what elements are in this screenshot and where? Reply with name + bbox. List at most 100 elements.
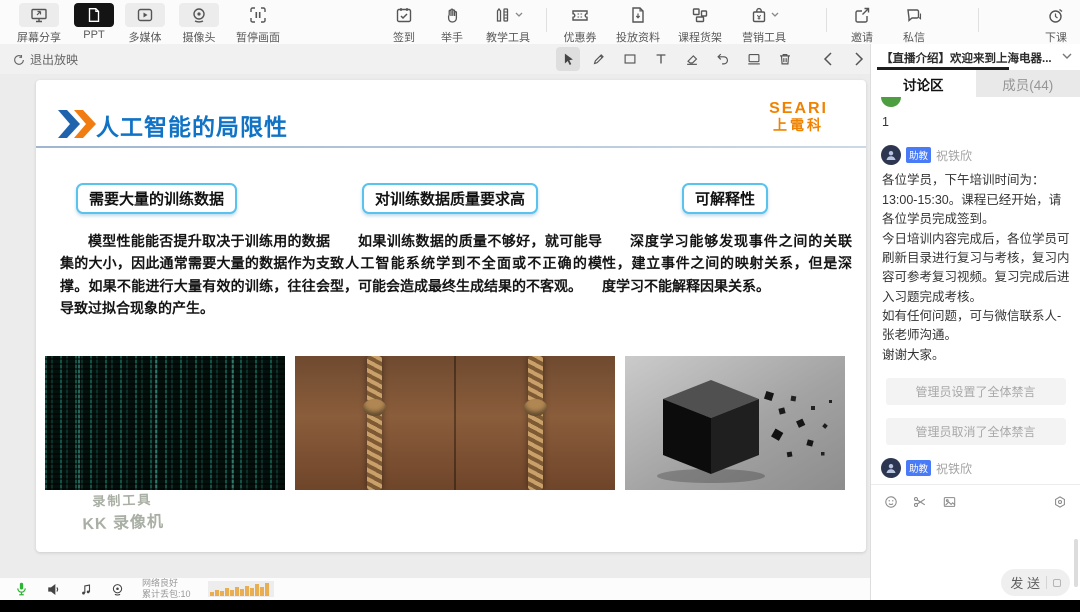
rope-image	[295, 356, 615, 490]
eraser-tool-icon[interactable]	[680, 47, 704, 71]
image-upload-icon[interactable]	[941, 494, 958, 510]
matrix-code-image	[45, 356, 285, 490]
raise-hand-button[interactable]: 举手	[428, 0, 476, 45]
chat-scrollbar[interactable]	[1074, 539, 1078, 587]
chat-settings-gear-icon[interactable]	[1052, 494, 1068, 510]
invite-button[interactable]: 邀请	[840, 0, 884, 45]
end-class-button[interactable]: 下课	[1034, 0, 1078, 45]
shelf-button[interactable]: 课程货架	[669, 0, 731, 45]
media-icon	[125, 3, 165, 27]
rope-graphic	[362, 356, 386, 490]
teach-tools-button[interactable]: 教学工具	[476, 0, 540, 45]
whiteboard-tool-icon[interactable]	[742, 47, 766, 71]
system-message: 管理员取消了全体禁言	[885, 418, 1066, 446]
teach-tools-label: 教学工具	[486, 32, 530, 44]
avatar	[881, 97, 901, 107]
status-bar: 网络良好 累计丢包:10	[0, 578, 870, 600]
coupon-icon	[570, 3, 590, 27]
screen-share-label: 屏幕分享	[17, 32, 61, 44]
heading-box-interpretability: 可解释性	[682, 183, 769, 214]
trash-tool-icon[interactable]	[773, 47, 797, 71]
cube-image	[625, 356, 845, 490]
text-tool-icon[interactable]	[649, 47, 673, 71]
rope-graphic	[523, 356, 547, 490]
heading-box-training-data: 需要大量的训练数据	[76, 183, 238, 214]
tab-discussion[interactable]: 讨论区	[871, 70, 976, 97]
camera-icon	[179, 3, 219, 27]
pen-tool-icon[interactable]	[587, 47, 611, 71]
chevron-down-icon[interactable]	[1062, 53, 1072, 60]
invite-icon	[852, 3, 872, 27]
screen-share-button[interactable]: 屏幕分享	[8, 0, 70, 45]
system-message: 管理员设置了全体禁言	[885, 378, 1066, 406]
paragraph-interpretability: 深度学习能够发现事件之间的关联性，建立事件之间的映射关系，但是深度学习不能解释因…	[602, 233, 852, 294]
raise-hand-icon	[442, 3, 462, 27]
header-underline	[877, 67, 1009, 70]
ppt-label: PPT	[83, 29, 105, 41]
dm-label: 私信	[903, 32, 925, 44]
camera-button[interactable]: 摄像头	[172, 0, 226, 45]
tab-members[interactable]: 成员(44)	[975, 70, 1080, 97]
screen-share-icon	[19, 3, 59, 27]
marketing-icon	[749, 5, 769, 25]
network-chart	[207, 581, 274, 597]
panel-tabs: 讨论区 成员(44)	[871, 70, 1080, 97]
author-name: 祝铁欣	[936, 461, 973, 476]
letterbox-strip	[0, 600, 1080, 612]
media-label: 多媒体	[128, 32, 162, 44]
coupon-button[interactable]: 优惠券	[553, 0, 607, 45]
next-slide-icon[interactable]	[847, 47, 871, 71]
prev-slide-icon[interactable]	[816, 47, 840, 71]
marketing-button[interactable]: 营销工具	[731, 0, 797, 45]
pointer-tool-icon[interactable]	[556, 47, 580, 71]
toolbar-divider	[826, 0, 827, 32]
teach-tools-icon	[493, 5, 513, 25]
pause-screen-button[interactable]: 暂停画面	[226, 0, 290, 45]
music-icon[interactable]	[79, 582, 93, 597]
rectangle-tool-icon[interactable]	[618, 47, 642, 71]
marketing-label: 营销工具	[742, 32, 786, 44]
slide-title: 人工智能的局限性	[96, 114, 288, 140]
media-button[interactable]: 多媒体	[118, 0, 172, 45]
sign-in-button[interactable]: 签到	[380, 0, 428, 45]
microphone-icon[interactable]	[14, 581, 29, 598]
screenshot-scissors-icon[interactable]	[912, 494, 928, 510]
toolbar-mid-group: 签到 举手 教学工具 优惠券 投放资料 课程货架 营销工具	[380, 0, 797, 45]
ppt-button[interactable]: PPT	[70, 0, 118, 45]
raise-hand-label: 举手	[441, 32, 463, 44]
marketing-caret-icon	[771, 12, 779, 18]
rope-panel-right	[454, 356, 615, 490]
materials-button[interactable]: 投放资料	[607, 0, 669, 45]
chat-input-zone: 发 送	[871, 484, 1080, 612]
undo-tool-icon[interactable]	[711, 47, 735, 71]
send-options-icon[interactable]	[1053, 578, 1061, 587]
author-name: 祝铁欣	[936, 148, 973, 163]
recorder-watermark: 录制工具 KK 录像机	[81, 489, 164, 535]
coupon-label: 优惠券	[563, 32, 597, 44]
sign-in-icon	[394, 3, 414, 27]
network-status: 网络良好 累计丢包:10	[142, 578, 191, 600]
assistant-badge: 助教	[906, 460, 932, 477]
webcam-status-icon[interactable]	[110, 582, 125, 597]
title-underline	[36, 146, 866, 148]
send-divider	[1046, 576, 1047, 589]
end-class-icon	[1046, 3, 1066, 27]
emoji-icon[interactable]	[883, 494, 899, 510]
speaker-icon[interactable]	[46, 582, 62, 597]
send-button[interactable]: 发 送	[1001, 569, 1070, 596]
chat-message-text: 各位学员，下午培训时间为：13:00-15:30。课程已经开始，请各位学员完成签…	[882, 173, 1070, 362]
paragraph-data-quality: 如果训练数据的质量不够好，就可能导致人工智能系统学到不全面或不正确的模型，可能会…	[330, 233, 602, 294]
chat-message-text: 1	[882, 115, 889, 129]
toolbar-divider	[978, 0, 979, 32]
chat-input-toolbar	[871, 485, 1080, 510]
toolbar-divider	[546, 8, 547, 32]
avatar	[881, 145, 901, 166]
dm-icon	[904, 3, 924, 27]
materials-label: 投放资料	[616, 32, 660, 44]
exit-presentation-button[interactable]: 退出放映	[12, 51, 78, 68]
chat-message-partial	[881, 97, 1070, 107]
dm-button[interactable]: 私信	[892, 0, 936, 45]
slide-area: 人工智能的局限性 SEARI 上電科 需要大量的训练数据 对训练数据质量要求高 …	[0, 74, 870, 596]
title-chevrons-icon	[58, 110, 98, 138]
live-room-header[interactable]: 【直播介绍】欢迎来到上海电器...	[871, 44, 1080, 70]
